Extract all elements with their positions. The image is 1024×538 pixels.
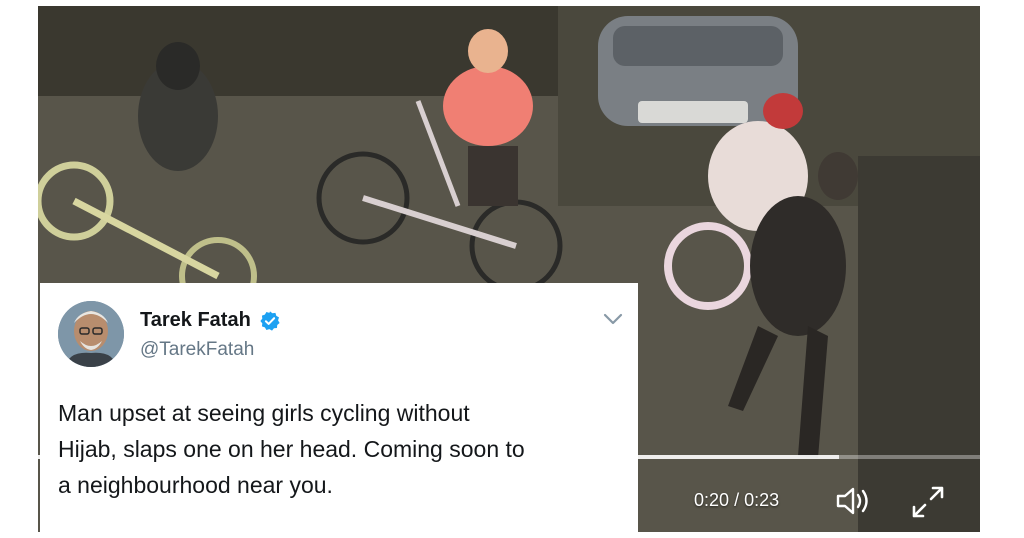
tweet-text: Man upset at seeing girls cycling withou… <box>58 395 628 503</box>
tweet-video-screenshot: 0:20 / 0:23 Tarek Fatah @TarekFatah Man … <box>0 0 1024 538</box>
tweet-text-line: Man upset at seeing girls cycling withou… <box>58 400 470 426</box>
tweet-card: Tarek Fatah @TarekFatah Man upset at see… <box>40 283 638 532</box>
time-separator: / <box>734 490 740 510</box>
avatar[interactable] <box>58 301 124 367</box>
fullscreen-icon <box>912 486 944 518</box>
author-handle[interactable]: @TarekFatah <box>140 339 254 361</box>
tweet-text-line: Hijab, slaps one on her head. Coming soo… <box>58 436 525 462</box>
duration: 0:23 <box>744 490 780 510</box>
volume-button[interactable] <box>834 484 874 518</box>
fullscreen-button[interactable] <box>908 484 948 520</box>
volume-icon <box>836 487 868 515</box>
profile-photo <box>58 301 124 367</box>
author-name[interactable]: Tarek Fatah <box>140 309 251 332</box>
video-time-display: 0:20 / 0:23 <box>694 490 779 511</box>
chevron-down-icon[interactable] <box>602 311 624 327</box>
tweet-text-line: a neighbourhood near you. <box>58 472 333 498</box>
current-time: 0:20 <box>694 490 730 510</box>
verified-badge-icon <box>260 311 280 331</box>
